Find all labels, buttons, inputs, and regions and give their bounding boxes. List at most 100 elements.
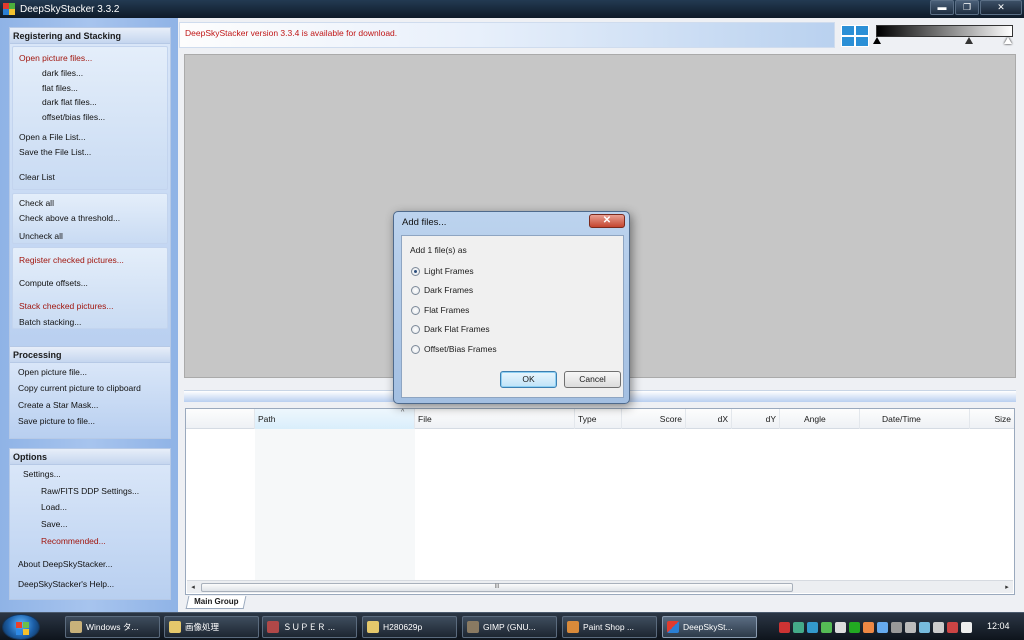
check-all-link[interactable]: Check all [19, 198, 54, 208]
save-picture-link[interactable]: Save picture to file... [18, 416, 95, 426]
update-message[interactable]: DeepSkyStacker version 3.3.4 is availabl… [185, 28, 397, 38]
task-h280629p[interactable]: H280629p [362, 616, 457, 638]
dialog-close-button[interactable]: ✕ [589, 214, 625, 228]
column-datetime[interactable]: Date/Time [860, 409, 970, 429]
ok-button[interactable]: OK [500, 371, 557, 388]
four-quadrant-icon[interactable] [841, 25, 869, 47]
column-checkbox[interactable] [186, 409, 255, 429]
file-list[interactable]: Path ^ File Type Score dX dY Angle Date/… [185, 408, 1015, 595]
dark-flat-files-link[interactable]: dark flat files... [42, 97, 97, 107]
column-type[interactable]: Type [575, 409, 622, 429]
tray-icon[interactable] [919, 621, 930, 633]
task-windows-explorer[interactable]: Windows タ... [65, 616, 160, 638]
radio-flat-frames[interactable]: Flat Frames [411, 305, 469, 315]
column-path[interactable]: Path ^ [255, 409, 415, 429]
compute-offsets-link[interactable]: Compute offsets... [19, 278, 88, 288]
task-label: H280629p [383, 622, 423, 632]
start-button[interactable] [2, 614, 40, 640]
tray-icon[interactable] [863, 621, 874, 633]
radio-empty-icon[interactable] [411, 305, 420, 315]
tray-icon[interactable] [807, 621, 818, 633]
tray-icon[interactable] [877, 621, 888, 633]
register-checked-link[interactable]: Register checked pictures... [19, 255, 124, 265]
column-dx[interactable]: dX [686, 409, 732, 429]
tray-icon[interactable] [933, 621, 944, 633]
copy-to-clipboard-link[interactable]: Copy current picture to clipboard [18, 383, 141, 393]
clear-list-link[interactable]: Clear List [19, 172, 55, 182]
registering-group: Registering and Stacking Open picture fi… [9, 27, 171, 358]
app-icon [3, 3, 15, 15]
flat-files-link[interactable]: flat files... [42, 83, 78, 93]
tray-icon[interactable] [821, 621, 832, 633]
uncheck-all-link[interactable]: Uncheck all [19, 231, 63, 241]
save-settings-link[interactable]: Save... [41, 519, 67, 529]
radio-dark-frames[interactable]: Dark Frames [411, 285, 473, 295]
tray-icon[interactable] [793, 621, 804, 633]
open-picture-files-link[interactable]: Open picture files... [19, 53, 92, 63]
radio-empty-icon[interactable] [411, 324, 420, 334]
check-above-threshold-link[interactable]: Check above a threshold... [19, 213, 120, 223]
create-star-mask-link[interactable]: Create a Star Mask... [18, 400, 98, 410]
settings-link[interactable]: Settings... [23, 469, 61, 479]
radio-offset-bias-frames[interactable]: Offset/Bias Frames [411, 344, 497, 354]
horizontal-scrollbar[interactable]: ◂ III ▸ [187, 580, 1013, 593]
column-size[interactable]: Size [970, 409, 1014, 429]
tray-icon[interactable] [849, 621, 860, 633]
white-point-handle[interactable] [1004, 37, 1012, 44]
dark-files-link[interactable]: dark files... [42, 68, 83, 78]
tray-icon[interactable] [947, 621, 958, 633]
radio-light-frames[interactable]: Light Frames [411, 266, 474, 276]
recommended-link[interactable]: Recommended... [41, 536, 106, 546]
scroll-right-icon[interactable]: ▸ [1001, 581, 1013, 594]
radio-empty-icon[interactable] [411, 344, 420, 354]
volume-icon[interactable] [961, 621, 972, 633]
minimize-button[interactable]: ▬ [930, 0, 954, 15]
task-image-processing[interactable]: 画像処理 [164, 616, 259, 638]
main-window: Registering and Stacking Open picture fi… [0, 18, 1024, 612]
batch-stacking-link[interactable]: Batch stacking... [19, 317, 81, 327]
maximize-button[interactable]: ❐ [955, 0, 979, 15]
task-super[interactable]: ＳＵＰＥＲ ... [262, 616, 357, 638]
column-file[interactable]: File [415, 409, 575, 429]
black-point-handle[interactable] [873, 37, 881, 44]
tray-icon[interactable] [905, 621, 916, 633]
stack-checked-link[interactable]: Stack checked pictures... [19, 301, 114, 311]
paint-shop-icon [567, 621, 579, 633]
offset-bias-files-link[interactable]: offset/bias files... [42, 112, 105, 122]
close-button[interactable]: ✕ [980, 0, 1022, 15]
sort-ascending-icon: ^ [401, 409, 405, 416]
tray-icon[interactable] [779, 621, 790, 633]
levels-gradient [876, 25, 1013, 37]
task-deepskystacker[interactable]: DeepSkySt... [662, 616, 757, 638]
tab-main-group-label: Main Group [194, 597, 239, 606]
column-score[interactable]: Score [622, 409, 686, 429]
radio-flat-frames-label: Flat Frames [424, 305, 470, 315]
radio-empty-icon[interactable] [411, 285, 420, 295]
scroll-thumb[interactable]: III [201, 583, 793, 592]
task-paint-shop[interactable]: Paint Shop ... [562, 616, 657, 638]
tray-icon[interactable] [891, 621, 902, 633]
scroll-left-icon[interactable]: ◂ [187, 581, 199, 594]
tray-icon[interactable] [835, 621, 846, 633]
raw-fits-settings-link[interactable]: Raw/FITS DDP Settings... [41, 486, 139, 496]
midtone-handle[interactable] [965, 37, 973, 44]
radio-selected-icon[interactable] [411, 266, 420, 276]
open-picture-file-link[interactable]: Open picture file... [18, 367, 87, 377]
load-settings-link[interactable]: Load... [41, 502, 67, 512]
save-file-list-link[interactable]: Save the File List... [19, 147, 91, 157]
levels-gradient-slider[interactable] [873, 25, 1013, 47]
cancel-button[interactable]: Cancel [564, 371, 621, 388]
dialog-prompt: Add 1 file(s) as [410, 245, 467, 255]
path-column-body [255, 429, 415, 581]
tab-main-group[interactable]: Main Group [185, 596, 247, 609]
radio-dark-flat-frames[interactable]: Dark Flat Frames [411, 324, 490, 334]
column-dy[interactable]: dY [732, 409, 780, 429]
task-gimp[interactable]: GIMP (GNU... [462, 616, 557, 638]
stacking-actions-box: Register checked pictures... Compute off… [12, 247, 168, 329]
column-angle[interactable]: Angle [780, 409, 860, 429]
options-group: Options Settings... Raw/FITS DDP Setting… [9, 448, 171, 600]
column-path-label: Path [258, 414, 276, 424]
help-link[interactable]: DeepSkyStacker's Help... [18, 579, 114, 589]
about-link[interactable]: About DeepSkyStacker... [18, 559, 113, 569]
open-file-list-link[interactable]: Open a File List... [19, 132, 86, 142]
